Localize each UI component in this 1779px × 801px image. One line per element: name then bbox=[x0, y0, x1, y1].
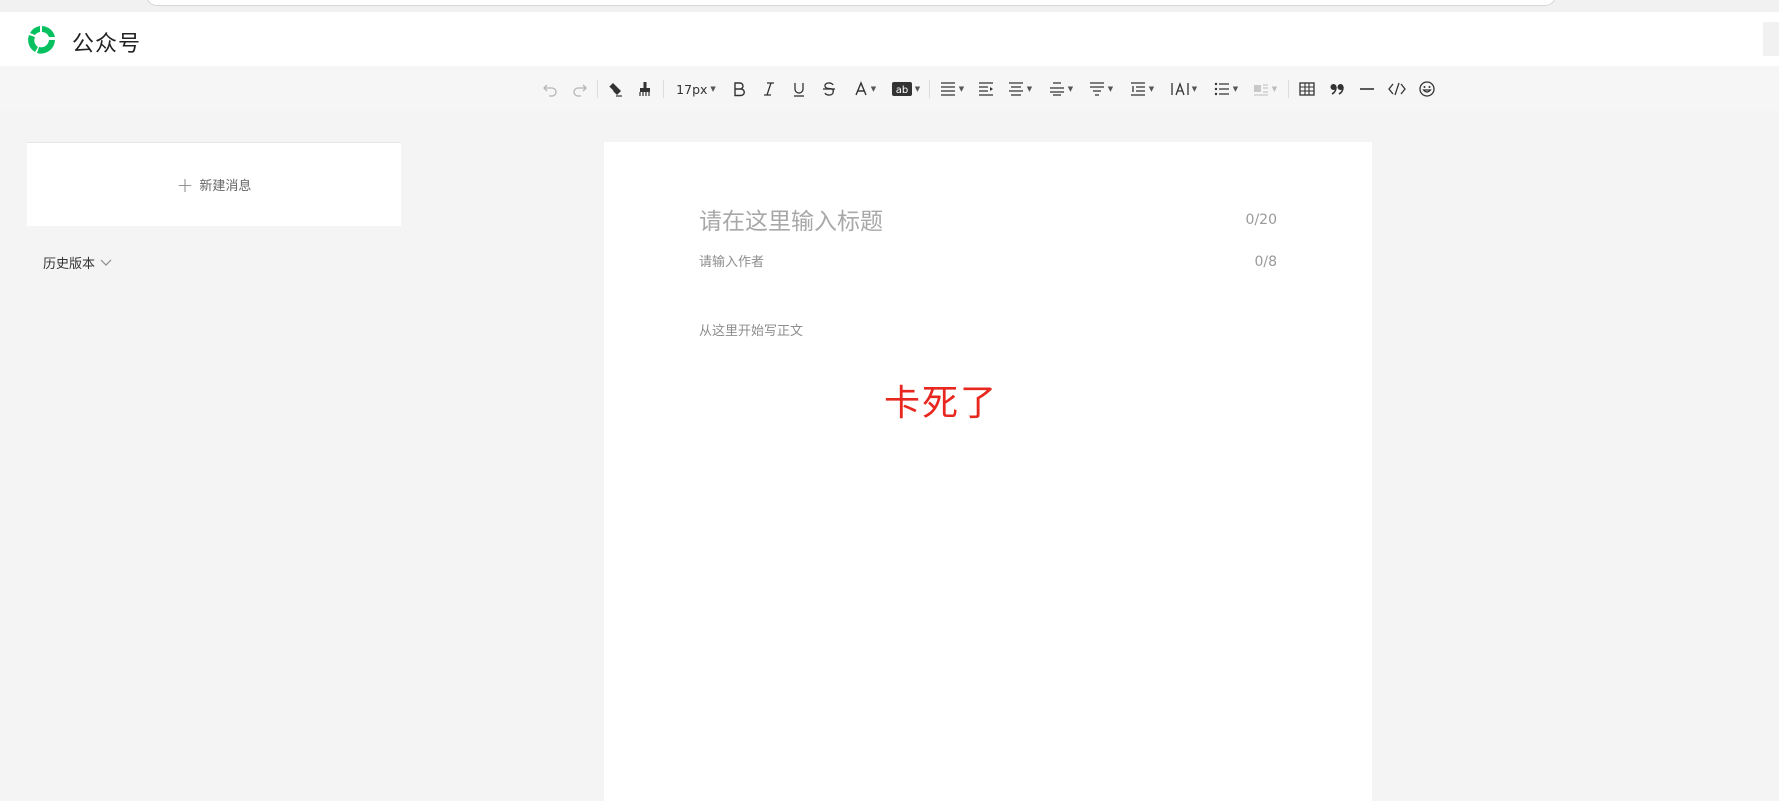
caret-down-icon: ▼ bbox=[1271, 85, 1278, 93]
format-painter-icon[interactable] bbox=[634, 77, 656, 101]
editor-canvas: 0/20 0/8 从这里开始写正文 卡死了 bbox=[604, 142, 1372, 801]
brand-name[interactable]: 公众号 bbox=[72, 26, 141, 58]
underline-icon[interactable] bbox=[788, 77, 810, 101]
body-editor[interactable]: 从这里开始写正文 bbox=[699, 320, 803, 339]
paragraph-spacing-before-icon[interactable]: ▼ bbox=[1046, 77, 1076, 101]
caret-down-icon: ▼ bbox=[1067, 85, 1074, 93]
font-size-value: 17px bbox=[676, 81, 708, 97]
background-color-icon[interactable]: ab ▼ bbox=[890, 77, 922, 101]
toolbar-separator bbox=[1288, 80, 1289, 98]
code-icon[interactable] bbox=[1386, 77, 1408, 101]
browser-strip bbox=[0, 0, 1779, 12]
emoji-icon[interactable] bbox=[1416, 77, 1438, 101]
caret-down-icon: ▼ bbox=[1191, 85, 1198, 93]
indent-icon[interactable] bbox=[975, 77, 997, 101]
letter-spacing-icon[interactable]: ▼ bbox=[1168, 77, 1200, 101]
new-message-button[interactable]: + 新建消息 bbox=[27, 142, 401, 226]
caret-down-icon: ▼ bbox=[1148, 85, 1155, 93]
align-center-icon[interactable]: ▼ bbox=[1005, 77, 1035, 101]
italic-icon[interactable] bbox=[758, 77, 780, 101]
caret-down-icon: ▼ bbox=[870, 85, 877, 93]
quote-icon[interactable] bbox=[1326, 77, 1348, 101]
title-input[interactable] bbox=[699, 206, 1179, 238]
align-icon[interactable]: ▼ bbox=[937, 77, 967, 101]
history-version-toggle[interactable]: 历史版本 bbox=[43, 253, 112, 272]
history-version-label: 历史版本 bbox=[43, 257, 96, 272]
new-message-label: 新建消息 bbox=[199, 179, 252, 194]
float-icon[interactable]: ▼ bbox=[1250, 77, 1280, 101]
author-input[interactable] bbox=[699, 252, 999, 272]
caret-down-icon: ▼ bbox=[958, 85, 965, 93]
caret-down-icon: ▼ bbox=[1026, 85, 1033, 93]
chevron-down-icon bbox=[100, 259, 112, 266]
undo-icon[interactable] bbox=[540, 77, 560, 101]
caret-down-icon: ▼ bbox=[710, 85, 716, 93]
editor-toolbar: 17px ▼ ▼ ab ▼ ▼ ▼ ▼ ▼ ▼ ▼ ▼ ▼ bbox=[0, 66, 1779, 111]
strikethrough-icon[interactable] bbox=[818, 77, 840, 101]
author-char-count: 0/8 bbox=[1254, 254, 1277, 270]
bold-icon[interactable] bbox=[728, 77, 750, 101]
toolbar-separator bbox=[663, 80, 664, 98]
font-color-icon[interactable]: ▼ bbox=[850, 77, 880, 101]
title-char-count: 0/20 bbox=[1245, 212, 1277, 228]
redo-icon[interactable] bbox=[570, 77, 590, 101]
toolbar-separator bbox=[597, 80, 598, 98]
horizontal-rule-icon[interactable] bbox=[1356, 77, 1378, 101]
paragraph-spacing-after-icon[interactable]: ▼ bbox=[1086, 77, 1116, 101]
caret-down-icon: ▼ bbox=[914, 85, 921, 93]
eraser-icon[interactable] bbox=[604, 77, 626, 101]
address-bar[interactable] bbox=[146, 0, 1556, 6]
table-icon[interactable] bbox=[1296, 77, 1318, 101]
logo-icon[interactable] bbox=[25, 23, 59, 57]
line-height-icon[interactable]: ▼ bbox=[1126, 77, 1158, 101]
toolbar-separator bbox=[929, 80, 930, 98]
caret-down-icon: ▼ bbox=[1107, 85, 1114, 93]
plus-icon: + bbox=[176, 172, 194, 197]
header: 公众号 bbox=[0, 12, 1779, 66]
caret-down-icon: ▼ bbox=[1232, 85, 1239, 93]
overlay-annotation-text: 卡死了 bbox=[884, 383, 999, 424]
header-right-box bbox=[1763, 22, 1779, 56]
svg-text:ab: ab bbox=[896, 85, 908, 96]
list-icon[interactable]: ▼ bbox=[1210, 77, 1242, 101]
font-size-select[interactable]: 17px ▼ bbox=[672, 77, 720, 101]
